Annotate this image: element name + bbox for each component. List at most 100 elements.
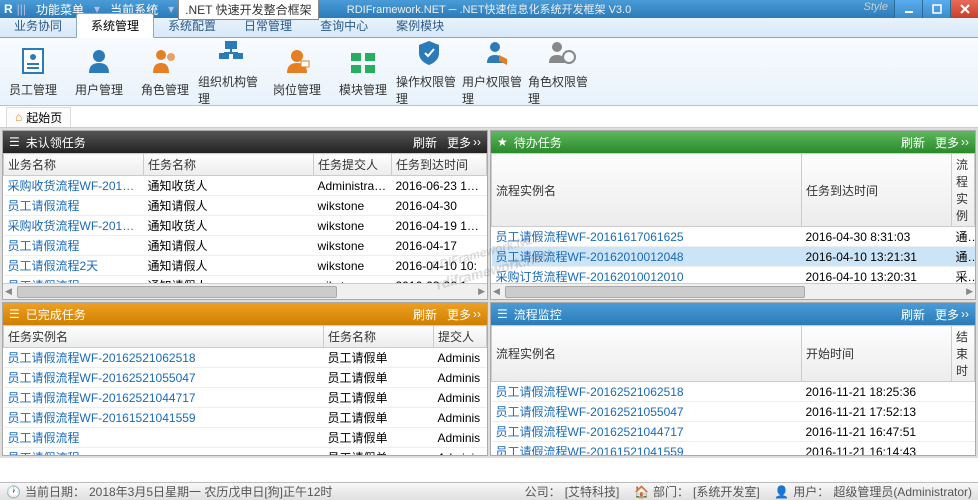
company-value: [艾特科技] [565, 483, 620, 500]
table-row[interactable]: 员工请假流程WF-201625210447172016-11-21 16:47:… [492, 422, 975, 442]
ribbon-icon [215, 37, 247, 69]
table-cell: wikstone [314, 236, 392, 256]
more-link[interactable]: 更多›› [447, 134, 481, 151]
chevron-right-icon: ›› [473, 307, 481, 321]
ribbon-用户管理[interactable]: 用户管理 [66, 38, 132, 105]
ribbon-icon [83, 45, 115, 77]
table-row[interactable]: 采购收货流程WF-20162010…通知收货人Administra…2016-0… [4, 176, 487, 196]
table-row[interactable]: 采购订货流程WF-201620100120102016-04-10 13:20:… [492, 267, 975, 284]
panel-title: 待办任务 [514, 134, 562, 151]
style-button[interactable]: Style [864, 1, 888, 13]
refresh-link[interactable]: 刷新 [413, 134, 437, 151]
table-cell: Adminis [434, 368, 487, 388]
table-cell [952, 422, 975, 442]
ribbon-模块管理[interactable]: 模块管理 [330, 38, 396, 105]
column-header[interactable]: 任务到达时间 [392, 154, 487, 176]
main-tab[interactable]: 系统管理 [76, 13, 154, 38]
ribbon-用户权限管理[interactable]: 用户权限管理 [462, 38, 528, 105]
table-cell [952, 382, 975, 402]
table-row[interactable]: 员工请假流程WF-20162521044717员工请假单Adminis [4, 388, 487, 408]
ribbon-toolbar: 员工管理用户管理角色管理组织机构管理岗位管理模块管理操作权限管理用户权限管理角色… [0, 38, 978, 106]
ribbon-label: 组织机构管理 [198, 73, 264, 107]
table-cell: 员工请假单 [324, 388, 434, 408]
date-label: 当前日期： [25, 483, 85, 500]
close-button[interactable] [950, 0, 978, 18]
ribbon-icon [413, 37, 445, 69]
table-cell: 2016-11-21 18:25:36 [802, 382, 952, 402]
table-cell: 员工请假流程WF-20162521044717 [492, 422, 802, 442]
refresh-link[interactable]: 刷新 [901, 134, 925, 151]
table-cell: 员工请假流程WF-20162521044717 [4, 388, 324, 408]
table-cell: 2016-04-10 10: [392, 256, 487, 276]
table-cell: wikstone [314, 256, 392, 276]
table-cell: 员工请假单 [324, 368, 434, 388]
tab-start-page[interactable]: ⌂ 起始页 [6, 107, 71, 127]
table-row[interactable]: 员工请假流程WF-20162521055047员工请假单Adminis [4, 368, 487, 388]
table-row[interactable]: 员工请假流程员工请假单Adminis [4, 428, 487, 448]
column-header[interactable]: 任务到达时间 [802, 154, 952, 227]
column-header[interactable]: 开始时间 [802, 326, 952, 382]
table-cell: Adminis [434, 388, 487, 408]
horizontal-scrollbar[interactable] [491, 283, 975, 299]
column-header[interactable]: 结束时 [952, 326, 975, 382]
table-cell: 员工请假流程WF-20162521055047 [4, 368, 324, 388]
table-row[interactable]: 采购收货流程WF-20161910…通知收货人wikstone2016-04-1… [4, 216, 487, 236]
star-icon: ★ [497, 135, 508, 149]
ribbon-label: 操作权限管理 [396, 73, 462, 107]
table-cell: 员工请假流程WF-20161521041559 [4, 408, 324, 428]
table-row[interactable]: 员工请假流程WF-201615210415592016-11-21 16:14:… [492, 442, 975, 456]
column-header[interactable]: 任务提交人 [314, 154, 392, 176]
table-cell [952, 402, 975, 422]
ribbon-角色权限管理[interactable]: 角色权限管理 [528, 38, 594, 105]
column-header[interactable]: 流程实例名 [492, 154, 802, 227]
table-row[interactable]: 员工请假流程WF-201620100120482016-04-10 13:21:… [492, 247, 975, 267]
table-row[interactable]: 员工请假流程WF-20162521062518员工请假单Adminis [4, 348, 487, 368]
more-link[interactable]: 更多›› [935, 134, 969, 151]
column-header[interactable]: 任务名称 [324, 326, 434, 348]
column-header[interactable]: 提交人 [434, 326, 487, 348]
table-cell: 员工请假流程 [4, 448, 324, 456]
column-header[interactable]: 任务名称 [144, 154, 314, 176]
table-row[interactable]: 员工请假流程WF-201616170616252016-04-30 8:31:0… [492, 227, 975, 247]
table-row[interactable]: 员工请假流程员工请假单Adminis [4, 448, 487, 456]
table-row[interactable]: 员工请假流程2天通知请假人wikstone2016-04-10 10: [4, 256, 487, 276]
main-menu-tabs: 业务协同系统管理系统配置日常管理查询中心案例模块 [0, 18, 978, 38]
panel-todo-tasks: ★待办任务 刷新更多›› 流程实例名任务到达时间流程实例员工请假流程WF-201… [490, 130, 976, 300]
dept-label: 部门： [653, 483, 689, 500]
column-header[interactable]: 业务名称 [4, 154, 144, 176]
system-select[interactable]: .NET 快速开发整合框架 [178, 0, 318, 20]
ribbon-label: 用户管理 [75, 81, 123, 98]
refresh-link[interactable]: 刷新 [413, 306, 437, 323]
table-cell: 员工请假单 [324, 408, 434, 428]
more-link[interactable]: 更多›› [447, 306, 481, 323]
more-link[interactable]: 更多›› [935, 306, 969, 323]
ribbon-岗位管理[interactable]: 岗位管理 [264, 38, 330, 105]
date-value: 2018年3月5日星期一 农历戊申日[狗]正午12时 [89, 483, 332, 500]
table-row[interactable]: 员工请假流程WF-201625210550472016-11-21 17:52:… [492, 402, 975, 422]
home-icon: ⌂ [15, 110, 22, 124]
ribbon-操作权限管理[interactable]: 操作权限管理 [396, 38, 462, 105]
column-header[interactable]: 流程实例名 [492, 326, 802, 382]
panel-completed-tasks: ☰已完成任务 刷新更多›› 任务实例名任务名称提交人员工请假流程WF-20162… [2, 302, 488, 456]
table-row[interactable]: 员工请假流程通知请假人wikstone2016-03-26 11:38: [4, 276, 487, 284]
chevron-right-icon: ›› [961, 307, 969, 321]
table-cell: Adminis [434, 428, 487, 448]
table-row[interactable]: 员工请假流程通知请假人wikstone2016-04-30 [4, 196, 487, 216]
table-row[interactable]: 员工请假流程WF-20161521041559员工请假单Adminis [4, 408, 487, 428]
ribbon-label: 角色权限管理 [528, 73, 594, 107]
table-cell: 通知请假人 [144, 276, 314, 284]
column-header[interactable]: 流程实例 [952, 154, 975, 227]
ribbon-员工管理[interactable]: 员工管理 [0, 38, 66, 105]
refresh-link[interactable]: 刷新 [901, 306, 925, 323]
horizontal-scrollbar[interactable] [3, 283, 487, 299]
column-header[interactable]: 任务实例名 [4, 326, 324, 348]
table-cell: 2016-11-21 16:47:51 [802, 422, 952, 442]
table-row[interactable]: 员工请假流程通知请假人wikstone2016-04-17 [4, 236, 487, 256]
maximize-button[interactable] [922, 0, 950, 18]
ribbon-icon [281, 45, 313, 77]
ribbon-角色管理[interactable]: 角色管理 [132, 38, 198, 105]
table-row[interactable]: 员工请假流程WF-201625210625182016-11-21 18:25:… [492, 382, 975, 402]
minimize-button[interactable] [894, 0, 922, 18]
table-cell: Adminis [434, 448, 487, 456]
ribbon-组织机构管理[interactable]: 组织机构管理 [198, 38, 264, 105]
